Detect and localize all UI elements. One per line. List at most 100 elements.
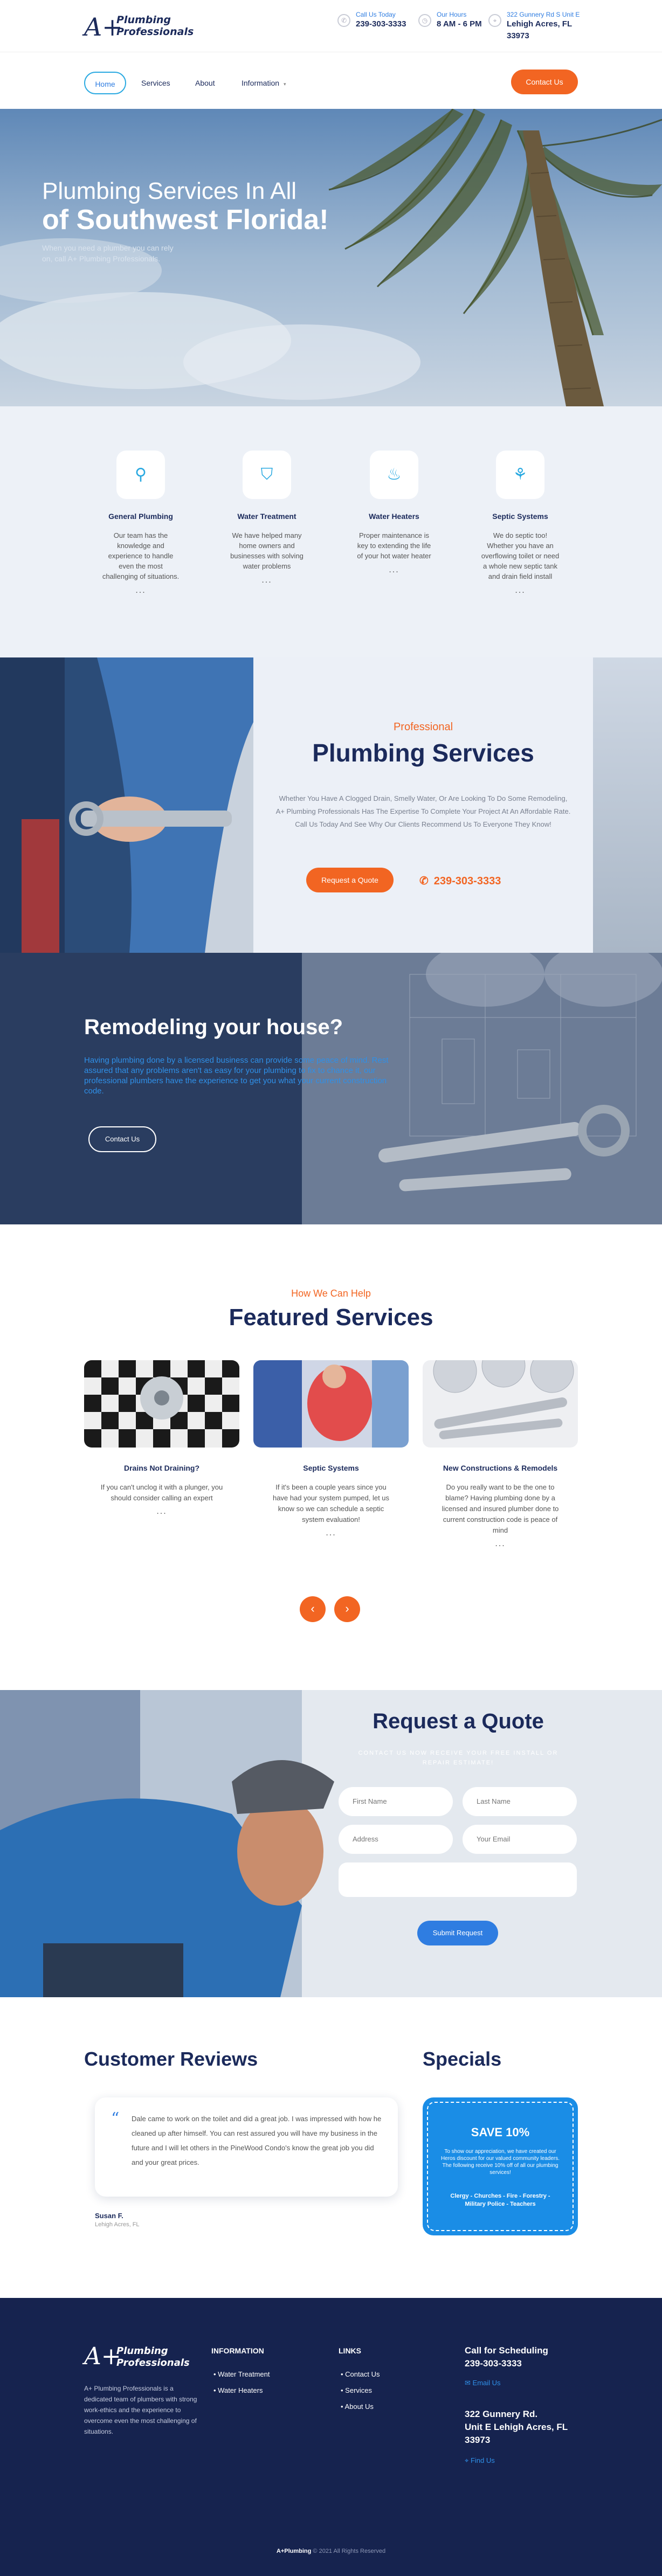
nav-home[interactable]: Home bbox=[84, 72, 126, 94]
footer-link-label: Water Heaters bbox=[218, 2386, 263, 2394]
reviews-specials-section: Customer Reviews “ Dale came to work on … bbox=[0, 1997, 662, 2298]
footer-links-heading: LINKS bbox=[339, 2346, 361, 2355]
site-logo[interactable]: A+ Plumbing Professionals bbox=[84, 11, 203, 43]
footer-find-label: Find Us bbox=[470, 2456, 495, 2464]
footer-copyright: A+Plumbing © 2021 All Rights Reserved bbox=[0, 2548, 662, 2554]
carousel-prev-button[interactable]: ‹ bbox=[300, 1596, 326, 1622]
professional-title: Plumbing Services bbox=[312, 739, 534, 767]
footer-logo-line2: Professionals bbox=[116, 2357, 190, 2369]
map-pin-icon: ⌖ bbox=[465, 2456, 469, 2464]
read-more-link[interactable]: ... bbox=[84, 1507, 239, 1516]
nav-information[interactable]: Information ▾ bbox=[242, 72, 286, 94]
review-card: “ Dale came to work on the toilet and di… bbox=[95, 2097, 398, 2197]
logo-line1: Plumbing bbox=[116, 14, 171, 26]
hero-title-line1: Plumbing Services In All bbox=[42, 178, 296, 204]
footer-link-label: Contact Us bbox=[345, 2370, 380, 2378]
water-treatment-icon: ⛉ bbox=[243, 451, 291, 499]
featured-kicker: How We Can Help bbox=[291, 1288, 371, 1299]
featured-card-constructions[interactable]: New Constructions & Remodels Do you real… bbox=[423, 1360, 578, 1549]
specials-offer: SAVE 10% bbox=[471, 2125, 530, 2139]
specials-groups: Clergy - Churches - Fire - Forestry - Mi… bbox=[450, 2193, 550, 2207]
message-textarea[interactable] bbox=[339, 1862, 577, 1897]
specials-text: To show our appreciation, we have create… bbox=[440, 2149, 560, 2176]
card-text: If it's been a couple years since you ha… bbox=[272, 1483, 390, 1524]
last-name-input[interactable] bbox=[463, 1787, 577, 1816]
professional-phone[interactable]: ✆ 239-303-3333 bbox=[419, 873, 501, 889]
service-title: Water Heaters bbox=[369, 512, 419, 521]
footer-address-line2: Unit E Lehigh Acres, FL bbox=[465, 2422, 568, 2432]
remodel-section: Remodeling your house? Having plumbing d… bbox=[0, 953, 662, 1224]
contact-us-button[interactable]: Contact Us bbox=[511, 70, 578, 94]
plumber-wrench-photo bbox=[0, 657, 253, 953]
nav-about[interactable]: About bbox=[195, 72, 215, 94]
quote-icon: “ bbox=[111, 2109, 120, 2128]
footer-link-contact[interactable]: • Contact Us bbox=[341, 2370, 380, 2378]
header-call[interactable]: ✆ Call Us Today 239-303-3333 bbox=[337, 10, 418, 42]
footer-link-water-heaters[interactable]: • Water Heaters bbox=[213, 2386, 263, 2394]
quote-section: Request a Quote CONTACT US NOW RECEIVE Y… bbox=[0, 1690, 662, 1997]
email-input[interactable] bbox=[463, 1825, 577, 1854]
remodel-text: Having plumbing done by a licensed busin… bbox=[84, 1056, 389, 1096]
footer-email-label: Email Us bbox=[472, 2379, 501, 2387]
read-more-link[interactable]: ... bbox=[469, 586, 571, 595]
remodel-title: Remodeling your house? bbox=[84, 1015, 343, 1039]
footer-call-phone[interactable]: 239-303-3333 bbox=[465, 2358, 522, 2369]
copyright-text: © 2021 All Rights Reserved bbox=[313, 2548, 386, 2554]
footer-email-link[interactable]: ✉ Email Us bbox=[465, 2379, 501, 2387]
site-footer: A+ Plumbing Professionals A+ Plumbing Pr… bbox=[0, 2298, 662, 2576]
read-more-link[interactable]: ... bbox=[423, 1539, 578, 1549]
service-water-heaters[interactable]: ♨ Water Heaters Proper maintenance is ke… bbox=[343, 451, 445, 575]
featured-services: How We Can Help Featured Services Drains… bbox=[0, 1224, 662, 1690]
read-more-link[interactable]: ... bbox=[253, 1528, 409, 1538]
site-header: A+ Plumbing Professionals ✆ Call Us Toda… bbox=[0, 0, 662, 52]
footer-link-water-treatment[interactable]: • Water Treatment bbox=[213, 2370, 270, 2378]
service-title: Water Treatment bbox=[237, 512, 296, 521]
featured-card-drains[interactable]: Drains Not Draining? If you can't unclog… bbox=[84, 1360, 239, 1516]
logo-line2: Professionals bbox=[116, 26, 194, 38]
service-water-treatment[interactable]: ⛉ Water Treatment We have helped many ho… bbox=[216, 451, 318, 585]
footer-find-link[interactable]: ⌖ Find Us bbox=[465, 2456, 495, 2465]
pipes-photo bbox=[423, 1360, 578, 1448]
professional-kicker: Professional bbox=[393, 721, 453, 733]
service-title: General Plumbing bbox=[108, 512, 173, 521]
footer-logo[interactable]: A+ Plumbing Professionals bbox=[84, 2342, 203, 2374]
address-input[interactable] bbox=[339, 1825, 453, 1854]
footer-address-line3: 33973 bbox=[465, 2435, 491, 2445]
featured-card-septic[interactable]: Septic Systems If it's been a couple yea… bbox=[253, 1360, 409, 1538]
footer-link-about[interactable]: • About Us bbox=[341, 2402, 374, 2411]
call-value: 239-303-3333 bbox=[356, 19, 406, 29]
services-overview: ⚲ General Plumbing Our team has the know… bbox=[0, 406, 662, 657]
first-name-input[interactable] bbox=[339, 1787, 453, 1816]
card-title: New Constructions & Remodels bbox=[443, 1464, 558, 1472]
read-more-link[interactable]: ... bbox=[216, 576, 318, 585]
remodel-contact-button[interactable]: Contact Us bbox=[88, 1126, 156, 1152]
footer-logo-line1: Plumbing bbox=[116, 2345, 168, 2357]
mail-icon: ✉ bbox=[465, 2379, 471, 2387]
service-title: Septic Systems bbox=[492, 512, 548, 521]
hero-title-line2: of Southwest Florida! bbox=[42, 204, 329, 236]
service-septic-systems[interactable]: ⚘ Septic Systems We do septic too! Wheth… bbox=[469, 451, 571, 595]
quote-title: Request a Quote bbox=[373, 1709, 544, 1733]
main-nav: Home Services About Information ▾ Contac… bbox=[0, 52, 662, 109]
service-text: We have helped many home owners and busi… bbox=[230, 531, 304, 570]
footer-address-line1: 322 Gunnery Rd. bbox=[465, 2409, 538, 2419]
service-general-plumbing[interactable]: ⚲ General Plumbing Our team has the know… bbox=[89, 451, 192, 595]
footer-link-services[interactable]: • Services bbox=[341, 2386, 372, 2394]
chevron-down-icon: ▾ bbox=[283, 81, 286, 87]
read-more-link[interactable]: ... bbox=[343, 565, 445, 575]
carousel-next-button[interactable]: › bbox=[334, 1596, 360, 1622]
hours-value: 8 AM - 6 PM bbox=[437, 19, 482, 29]
faucet-icon: ⚲ bbox=[116, 451, 165, 499]
read-more-link[interactable]: ... bbox=[89, 586, 192, 595]
footer-logo-mark: A+ bbox=[84, 2343, 121, 2370]
professional-panel: Professional Plumbing Services Whether Y… bbox=[253, 657, 593, 953]
request-quote-button[interactable]: Request a Quote bbox=[306, 868, 394, 892]
footer-about: A+ Plumbing Professionals is a dedicated… bbox=[84, 2385, 197, 2435]
header-address[interactable]: ⌖ 322 Gunnery Rd S Unit E Lehigh Acres, … bbox=[488, 10, 580, 42]
footer-call-heading: Call for Scheduling bbox=[465, 2345, 548, 2356]
nav-services[interactable]: Services bbox=[141, 72, 170, 94]
review-text: Dale came to work on the toilet and did … bbox=[132, 2115, 382, 2166]
background-photo-edge bbox=[593, 657, 662, 953]
featured-title: Featured Services bbox=[229, 1304, 433, 1331]
submit-request-button[interactable]: Submit Request bbox=[417, 1921, 498, 1945]
